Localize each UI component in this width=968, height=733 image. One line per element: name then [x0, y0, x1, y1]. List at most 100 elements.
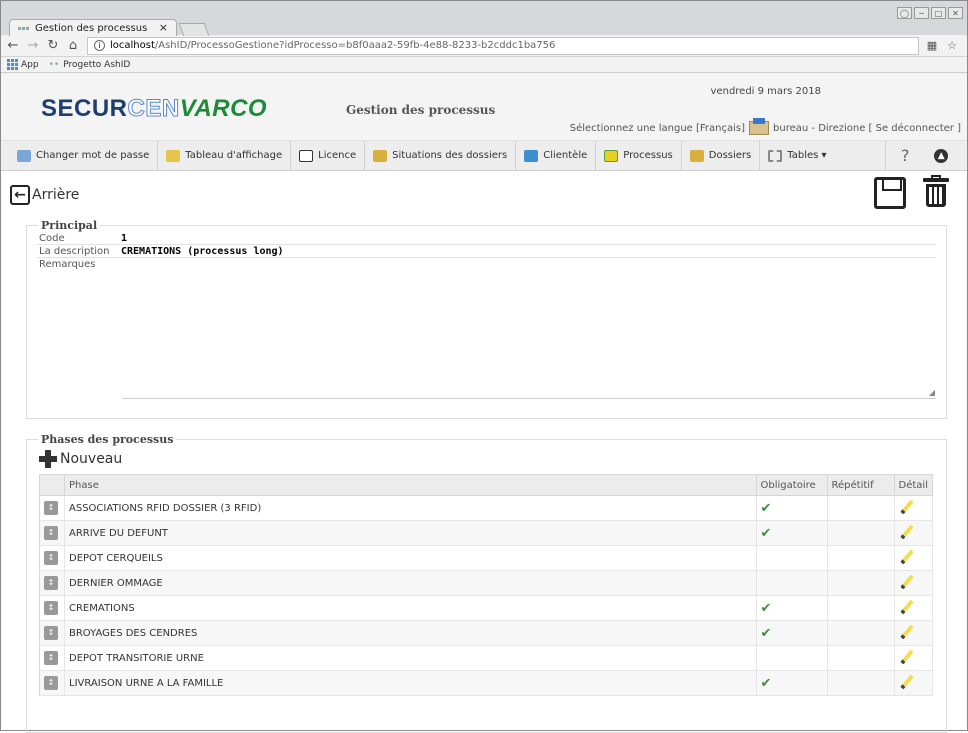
- toolbar-processes[interactable]: Processus: [596, 140, 682, 171]
- phase-name: ASSOCIATIONS RFID DOSSIER (3 RFID): [64, 495, 757, 521]
- favicon-icon: ••: [48, 59, 60, 70]
- new-label: Nouveau: [60, 451, 123, 467]
- column-obligatoire: Obligatoire: [755, 474, 828, 496]
- info-icon[interactable]: i: [94, 40, 105, 51]
- toolbar-clients[interactable]: Clientèle: [516, 140, 597, 171]
- drag-handle-icon[interactable]: ↕: [44, 651, 58, 665]
- toolbar-noticeboard[interactable]: Tableau d'affichage: [158, 140, 292, 171]
- edit-pencil-icon[interactable]: [899, 574, 914, 589]
- phase-name: DEPOT TRANSITORIE URNE: [64, 645, 757, 671]
- remarks-row: Remarques: [37, 258, 936, 271]
- forward-nav-icon[interactable]: →: [27, 38, 39, 53]
- app-header: SECURCENVARCO Gestion des processus vend…: [1, 73, 967, 141]
- obligatoire-cell: ✔: [756, 495, 828, 521]
- obligatoire-cell: ✔: [756, 520, 828, 546]
- edit-pencil-icon[interactable]: [899, 624, 914, 639]
- back-nav-icon[interactable]: ←: [7, 38, 19, 53]
- table-row: ↕ LIVRAISON URNE A LA FAMILLE ✔: [39, 670, 934, 696]
- phase-name: CREMATIONS: [64, 595, 757, 621]
- bookmark-label: App: [21, 59, 39, 70]
- detail-cell: [894, 570, 934, 596]
- check-icon: ✔: [760, 675, 772, 691]
- edit-pencil-icon[interactable]: [899, 674, 914, 689]
- folder-icon: [689, 149, 704, 162]
- drag-handle-icon[interactable]: ↕: [44, 501, 58, 515]
- close-window-icon[interactable]: ✕: [948, 7, 963, 19]
- help-button[interactable]: ?: [886, 141, 924, 171]
- repetitif-cell: [827, 545, 895, 571]
- reload-icon[interactable]: ↻: [47, 38, 59, 53]
- obligatoire-cell: ✔: [756, 670, 828, 696]
- tab-close-icon[interactable]: ×: [159, 21, 168, 34]
- scroll-top-button[interactable]: ▲: [924, 141, 958, 171]
- toolbar-files[interactable]: Dossiers: [682, 140, 761, 171]
- securcen-varco-logo: SECURCENVARCO: [41, 95, 268, 123]
- remarks-textarea[interactable]: ◢: [122, 276, 936, 399]
- arrow-up-icon: ▲: [934, 148, 949, 163]
- maximize-icon[interactable]: □: [931, 7, 946, 19]
- table-row: ↕ DERNIER OMMAGE: [39, 570, 934, 596]
- table-row: ↕ DEPOT TRANSITORIE URNE: [39, 645, 934, 671]
- repetitif-cell: [827, 670, 895, 696]
- edit-pencil-icon[interactable]: [899, 524, 914, 539]
- column-repetitif: Répétitif: [826, 474, 895, 496]
- browser-tab[interactable]: Gestion des processus ×: [9, 19, 177, 36]
- browser-window: Gestion des processus × ◯ ─ □ ✕ ← → ↻ ⌂ …: [0, 0, 968, 733]
- apps-grid-icon: [7, 59, 18, 70]
- new-tab-button[interactable]: [178, 23, 210, 36]
- message-icon[interactable]: [749, 118, 770, 135]
- toolbar-case-status[interactable]: Situations des dossiers: [365, 140, 517, 171]
- trash-icon[interactable]: [921, 175, 951, 209]
- table-row: ↕ ASSOCIATIONS RFID DOSSIER (3 RFID) ✔: [39, 495, 934, 521]
- back-label: Arrière: [32, 187, 80, 203]
- principal-section: Principal Code 1 La description CREMATIO…: [26, 219, 947, 419]
- drag-handle-icon[interactable]: ↕: [44, 626, 58, 640]
- url-host: localhost: [110, 40, 155, 51]
- home-icon[interactable]: ⌂: [67, 38, 79, 53]
- new-phase-button[interactable]: Nouveau: [39, 448, 946, 470]
- resize-handle-icon[interactable]: ◢: [929, 388, 935, 397]
- bookmark-apps[interactable]: App: [7, 59, 39, 70]
- code-row: Code 1: [37, 232, 936, 245]
- main-toolbar: Changer mot de passe Tableau d'affichage…: [1, 140, 967, 171]
- toolbar-tables[interactable]: Tables ▾: [760, 140, 887, 171]
- drag-handle-icon[interactable]: ↕: [44, 551, 58, 565]
- edit-pencil-icon[interactable]: [899, 649, 914, 664]
- help-icon: ?: [901, 146, 910, 165]
- bookmark-star-icon[interactable]: ☆: [947, 39, 957, 52]
- minimize-icon[interactable]: ─: [914, 7, 929, 19]
- repetitif-cell: [827, 520, 895, 546]
- table-row: ↕ CREMATIONS ✔: [39, 595, 934, 621]
- back-button[interactable]: ← Arrière: [10, 185, 79, 205]
- drag-handle-icon[interactable]: ↕: [44, 526, 58, 540]
- check-icon: ✔: [760, 500, 772, 516]
- url-input[interactable]: i localhost/AshID/ProcessoGestione?idPro…: [87, 36, 919, 55]
- drag-handle-icon[interactable]: ↕: [44, 601, 58, 615]
- description-field[interactable]: CREMATIONS (processus long): [121, 246, 284, 257]
- phase-name: DERNIER OMMAGE: [64, 570, 757, 596]
- phases-legend: Phases des processus: [41, 433, 174, 446]
- save-icon[interactable]: [874, 177, 906, 209]
- url-path: /AshID/ProcessoGestione?idProcesso=b8f0a…: [154, 40, 556, 51]
- toolbar-licence[interactable]: Licence: [291, 140, 366, 171]
- bookmarks-bar: App •• Progetto AshID: [1, 57, 967, 73]
- language-selector[interactable]: Sélectionnez une langue [Français]: [570, 123, 745, 134]
- detail-cell: [894, 595, 934, 621]
- bookmark-progetto[interactable]: •• Progetto AshID: [49, 60, 131, 70]
- edit-pencil-icon[interactable]: [899, 549, 914, 564]
- edit-pencil-icon[interactable]: [899, 599, 914, 614]
- user-logout[interactable]: bureau - Direzione [ Se déconnecter ]: [773, 123, 961, 134]
- client-icon: [524, 149, 539, 162]
- drag-handle-icon[interactable]: ↕: [44, 576, 58, 590]
- translate-icon[interactable]: ▦: [927, 39, 937, 52]
- drag-handle-icon[interactable]: ↕: [44, 676, 58, 690]
- repetitif-cell: [827, 595, 895, 621]
- profile-icon[interactable]: ◯: [897, 7, 912, 19]
- edit-pencil-icon[interactable]: [899, 499, 914, 514]
- code-field[interactable]: 1: [121, 233, 127, 244]
- toolbar-change-password[interactable]: Changer mot de passe: [9, 140, 159, 171]
- document-icon: [299, 149, 314, 162]
- check-icon: ✔: [760, 625, 772, 641]
- description-row: La description CREMATIONS (processus lon…: [37, 245, 936, 258]
- table-row: ↕ DEPOT CERQUEILS: [39, 545, 934, 571]
